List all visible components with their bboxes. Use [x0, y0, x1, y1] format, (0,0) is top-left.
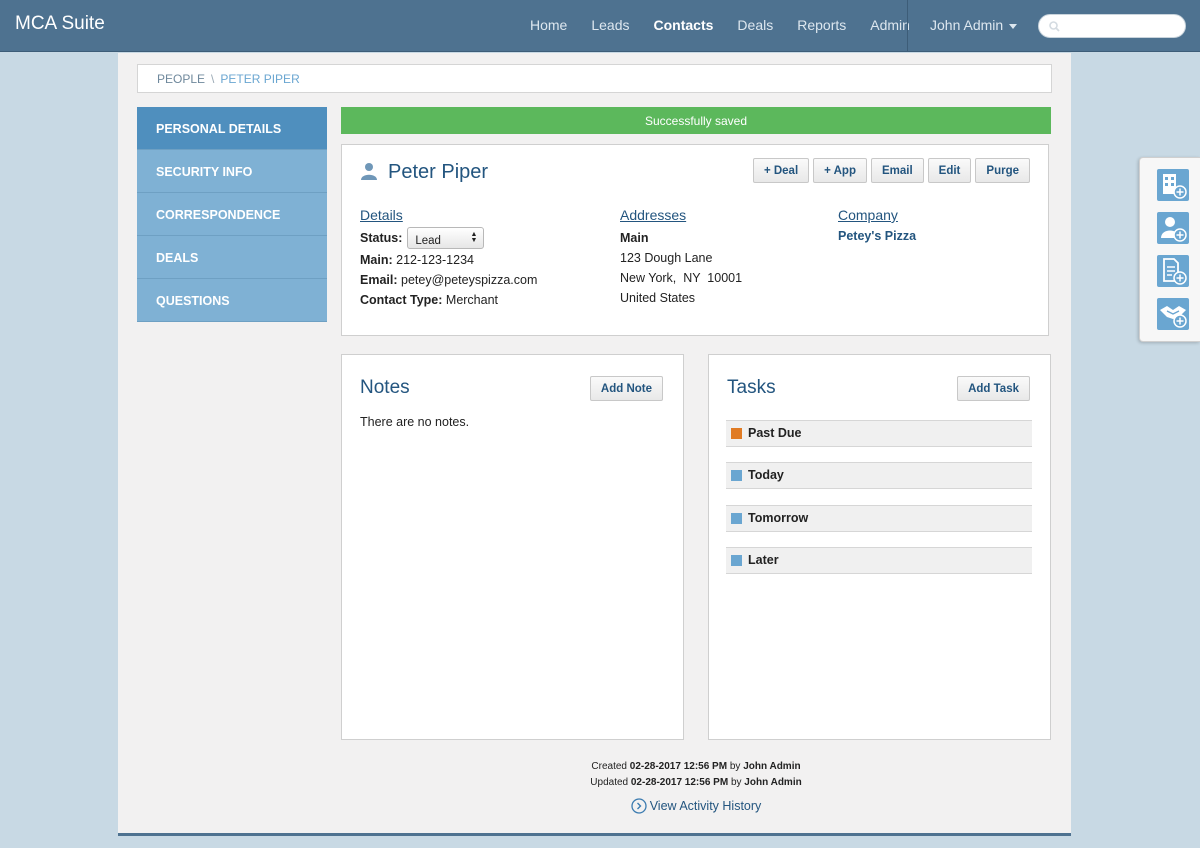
- email-row: Email: petey@peteyspizza.com: [360, 270, 537, 290]
- add-deal-icon[interactable]: [1157, 298, 1189, 330]
- details-heading[interactable]: Details: [360, 205, 537, 225]
- by-text: by: [730, 777, 742, 788]
- user-name: John Admin: [930, 17, 1004, 33]
- contact-type-value: Merchant: [445, 293, 499, 307]
- add-deal-button[interactable]: + Deal: [752, 158, 810, 183]
- person-name: Peter Piper: [388, 161, 489, 183]
- sidebar-item-deals[interactable]: DEALS: [137, 236, 327, 279]
- quick-add-toolbar: [1139, 157, 1200, 342]
- add-document-icon[interactable]: [1157, 255, 1189, 287]
- tasks-panel: Tasks Add Task Past Due Today Tomorrow L…: [708, 354, 1051, 740]
- updated-info: Updated 02-28-2017 12:56 PM by John Admi…: [341, 775, 1051, 791]
- company-section: Company Petey's Pizza: [838, 205, 916, 246]
- notes-empty-text: There are no notes.: [360, 415, 470, 429]
- task-group-label: Tomorrow: [748, 511, 809, 525]
- sidebar-item-questions[interactable]: QUESTIONS: [137, 279, 327, 322]
- main-phone-label: Main:: [360, 253, 393, 267]
- address-line2: New York, NY 10001: [620, 271, 743, 285]
- chevron-circle-right-icon: [631, 798, 647, 814]
- nav-divider: [907, 0, 908, 52]
- nav-contacts[interactable]: Contacts: [654, 17, 714, 33]
- sidebar-item-correspondence[interactable]: CORRESPONDENCE: [137, 193, 327, 236]
- main-phone-row: Main: 212-123-1234: [360, 250, 537, 270]
- breadcrumb-current: PETER PIPER: [220, 72, 300, 86]
- add-company-icon[interactable]: [1157, 169, 1189, 201]
- task-group-today[interactable]: Today: [726, 462, 1032, 489]
- addresses-section: Addresses Main 123 Dough Lane New York, …: [620, 205, 742, 308]
- search-input[interactable]: [1038, 14, 1186, 38]
- updated-date: 02-28-2017 12:56 PM: [630, 777, 729, 788]
- sidebar-item-security-info[interactable]: SECURITY INFO: [137, 150, 327, 193]
- nav-admin[interactable]: Admin: [870, 17, 910, 33]
- nav-deals[interactable]: Deals: [737, 17, 773, 33]
- created-by: John Admin: [743, 761, 801, 772]
- contact-type-label: Contact Type:: [360, 293, 443, 307]
- task-group-past-due[interactable]: Past Due: [726, 420, 1032, 447]
- user-menu[interactable]: John Admin: [930, 17, 1018, 33]
- history-link-label: View Activity History: [649, 799, 762, 813]
- add-contact-icon[interactable]: [1157, 212, 1189, 244]
- breadcrumb-separator: \: [211, 72, 215, 86]
- updated-prefix: Updated: [590, 777, 629, 788]
- main-phone-value: 212-123-1234: [396, 253, 474, 267]
- created-date: 02-28-2017 12:56 PM: [629, 761, 728, 772]
- breadcrumb: PEOPLE \ PETER PIPER: [137, 64, 1052, 93]
- company-heading[interactable]: Company: [838, 205, 916, 225]
- email-value: petey@peteyspizza.com: [401, 273, 538, 287]
- company-name[interactable]: Petey's Pizza: [838, 226, 916, 246]
- purge-button[interactable]: Purge: [975, 158, 1030, 183]
- address-line3: United States: [620, 291, 696, 305]
- task-group-label: Past Due: [748, 426, 802, 440]
- tasks-title: Tasks: [727, 377, 776, 398]
- created-info: Created 02-28-2017 12:56 PM by John Admi…: [341, 759, 1051, 775]
- person-icon: [361, 163, 377, 180]
- main-nav: Home Leads Contacts Deals Reports Admin: [530, 17, 934, 33]
- status-row: Status: Lead ▲ ▼: [360, 226, 537, 250]
- addresses-heading[interactable]: Addresses: [620, 205, 742, 225]
- status-value: Lead: [415, 235, 441, 247]
- record-meta: Created 02-28-2017 12:56 PM by John Admi…: [341, 759, 1051, 791]
- brand-logo[interactable]: MCA Suite: [15, 13, 105, 35]
- email-button[interactable]: Email: [870, 158, 924, 183]
- address-line1: 123 Dough Lane: [620, 251, 713, 265]
- top-navbar: MCA Suite Home Leads Contacts Deals Repo…: [0, 0, 1200, 52]
- created-prefix: Created: [591, 761, 627, 772]
- contact-type-row: Contact Type: Merchant: [360, 290, 537, 310]
- past-due-color-icon: [731, 428, 742, 439]
- status-select[interactable]: Lead ▲ ▼: [407, 227, 485, 249]
- today-color-icon: [731, 470, 742, 481]
- task-group-tomorrow[interactable]: Tomorrow: [726, 505, 1032, 532]
- edit-button[interactable]: Edit: [927, 158, 972, 183]
- success-alert: Successfully saved: [341, 107, 1051, 134]
- task-group-label: Later: [748, 553, 779, 567]
- later-color-icon: [731, 555, 742, 566]
- add-task-button[interactable]: Add Task: [957, 376, 1030, 401]
- breadcrumb-people[interactable]: PEOPLE: [157, 72, 205, 86]
- add-app-button[interactable]: + App: [813, 158, 867, 183]
- person-actions: + Deal + App Email Edit Purge: [749, 158, 1030, 183]
- view-activity-history-link[interactable]: View Activity History: [341, 798, 1051, 814]
- updated-by: John Admin: [744, 777, 802, 788]
- by-text: by: [729, 761, 741, 772]
- person-card: Peter Piper + Deal + App Email Edit Purg…: [341, 144, 1049, 336]
- tomorrow-color-icon: [731, 513, 742, 524]
- sidebar-item-personal-details[interactable]: PERSONAL DETAILS: [137, 107, 327, 150]
- add-note-button[interactable]: Add Note: [589, 376, 663, 401]
- address-type: Main: [620, 231, 649, 245]
- nav-home[interactable]: Home: [530, 17, 567, 33]
- details-section: Details Status: Lead ▲ ▼ Main: 212-123-12…: [360, 205, 537, 310]
- main-content: PEOPLE \ PETER PIPER PERSONAL DETAILS SECU…: [118, 53, 1071, 836]
- task-group-later[interactable]: Later: [726, 547, 1032, 574]
- select-arrows-icon: ▲ ▼: [470, 231, 478, 244]
- task-group-label: Today: [748, 468, 784, 482]
- email-label: Email:: [360, 273, 398, 287]
- nav-reports[interactable]: Reports: [797, 17, 846, 33]
- nav-leads[interactable]: Leads: [591, 17, 629, 33]
- chevron-down-icon: [1009, 23, 1018, 29]
- search-icon: [1049, 21, 1060, 32]
- notes-title: Notes: [360, 377, 410, 398]
- notes-panel: Notes Add Note There are no notes.: [341, 354, 684, 740]
- sidebar: PERSONAL DETAILS SECURITY INFO CORRESPON…: [137, 107, 327, 322]
- status-label: Status:: [360, 231, 403, 245]
